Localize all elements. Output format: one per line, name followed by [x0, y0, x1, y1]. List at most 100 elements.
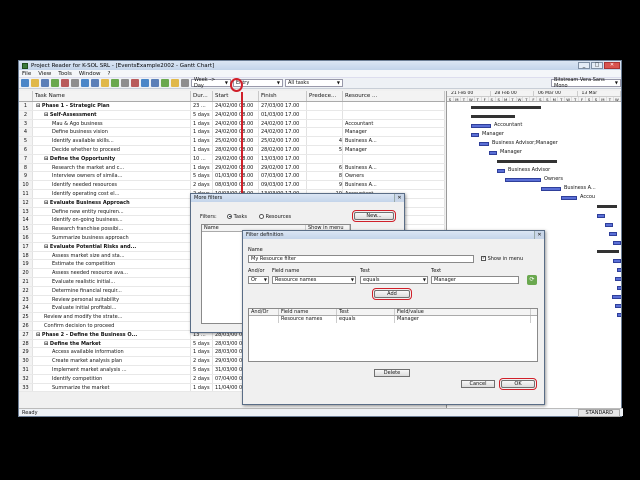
criteria-row[interactable]: Resource names equals Manager: [249, 316, 537, 323]
task-predecessors: 5: [307, 145, 343, 154]
highlight-icon[interactable]: [171, 79, 179, 87]
refresh-icon[interactable]: ⟳: [527, 275, 537, 285]
cancel-button[interactable]: Cancel: [461, 380, 495, 388]
table-row[interactable]: 6 Decide whether to proceed 1 days 28/02/00…: [19, 145, 445, 155]
gantt-task-bar[interactable]: [605, 223, 613, 227]
menu-window[interactable]: Window: [79, 71, 101, 77]
preview-icon[interactable]: [51, 79, 59, 87]
columns-icon[interactable]: [131, 79, 139, 87]
table-row[interactable]: 8 Research the market and c... 1 days 29/02…: [19, 163, 445, 173]
row-id: 30: [19, 357, 33, 365]
text-value-input[interactable]: Manager: [431, 276, 519, 284]
show-in-menu-checkbox[interactable]: ✓ Show in menu: [481, 256, 523, 262]
gantt-task-bar[interactable]: [497, 169, 505, 173]
gantt-task-bar[interactable]: [561, 196, 577, 200]
field-name-select[interactable]: Resource names ▼: [272, 276, 356, 284]
font-select[interactable]: Bitstream Vera Sans Mono ▼: [551, 77, 621, 89]
gantt-task-bar[interactable]: [615, 277, 621, 281]
gantt-task-bar[interactable]: [613, 259, 621, 263]
find-icon[interactable]: [61, 79, 69, 87]
table-row[interactable]: 2 ⊟ Self-Assessment 5 days 24/02/00 08.00 01…: [19, 110, 445, 120]
minimize-button[interactable]: _: [578, 62, 590, 69]
gantt-summary-bar[interactable]: [471, 106, 541, 109]
table-row[interactable]: 9 Interview owners of simila... 5 days 01/0…: [19, 172, 445, 182]
col-start[interactable]: Start: [213, 91, 259, 101]
close-button[interactable]: ✕: [604, 62, 620, 69]
menu-tools[interactable]: Tools: [58, 71, 72, 77]
new-filter-button[interactable]: New...: [352, 210, 396, 222]
outdent-icon[interactable]: [81, 79, 89, 87]
col-duration[interactable]: Dur...: [191, 91, 213, 101]
gantt-task-bar[interactable]: [617, 286, 621, 290]
add-criteria-button[interactable]: Add: [372, 288, 412, 300]
gantt-task-bar[interactable]: [541, 187, 561, 191]
task-name: ⊟ Define the Opportunity: [33, 154, 191, 163]
indent-icon[interactable]: [91, 79, 99, 87]
menu-help[interactable]: ?: [108, 71, 111, 77]
col-finish[interactable]: Finish: [259, 91, 307, 101]
col-predecessors[interactable]: Predece...: [307, 91, 343, 101]
table-row[interactable]: 5 Identify available skills... 1 days 25/02…: [19, 137, 445, 146]
copy-icon[interactable]: [71, 79, 79, 87]
criteria-table[interactable]: And/Or Field name Test Field/value Resou…: [248, 308, 538, 362]
filter-select[interactable]: All tasks ▼: [285, 79, 343, 87]
table-row[interactable]: 4 Define business vision 1 days 24/02/00 08…: [19, 128, 445, 138]
gantt-summary-bar[interactable]: [597, 205, 617, 208]
task-duration: 1 days: [191, 128, 213, 137]
gantt-task-bar[interactable]: [489, 151, 497, 155]
andor-select[interactable]: Or ▼: [248, 276, 269, 284]
task-resources: Accountant: [343, 119, 445, 128]
table-row[interactable]: 1 ⊟ Phase 1 - Strategic Plan 23 ... 24/02/0…: [19, 102, 445, 111]
table-row[interactable]: 3 Mau & Ago business 1 days 24/02/00 08.00 2…: [19, 119, 445, 129]
gantt-summary-bar[interactable]: [497, 160, 557, 163]
gantt-task-bar[interactable]: [612, 295, 621, 299]
gantt-task-bar[interactable]: [597, 214, 605, 218]
gantt-task-bar[interactable]: [505, 178, 541, 182]
task-name: Assess needed resource ava...: [33, 269, 191, 277]
gantt-task-bar[interactable]: [615, 304, 621, 308]
gantt-summary-bar[interactable]: [597, 250, 619, 253]
gantt-resource-label: Accountant: [494, 122, 523, 128]
gantt-summary-bar[interactable]: [471, 115, 515, 118]
task-duration: 23 ...: [191, 102, 213, 110]
gantt-task-bar[interactable]: [479, 142, 489, 146]
close-icon[interactable]: ✕: [394, 194, 404, 202]
gantt-task-bar[interactable]: [471, 124, 491, 128]
task-finish: 09/03/00 17.00: [259, 181, 307, 189]
status-mode: STANDARD: [578, 408, 620, 417]
zoom-out-icon[interactable]: [111, 79, 119, 87]
col-task-name[interactable]: Task Name: [33, 91, 191, 101]
andor-value: Or: [251, 277, 257, 283]
menu-file[interactable]: File: [22, 71, 31, 77]
maximize-button[interactable]: □: [591, 62, 603, 69]
gantt-task-bar[interactable]: [617, 313, 621, 317]
open-icon[interactable]: [21, 79, 29, 87]
goto-task-icon[interactable]: [121, 79, 129, 87]
resources-radio[interactable]: Resources: [259, 213, 291, 220]
zoom-in-icon[interactable]: [101, 79, 109, 87]
tasks-radio[interactable]: Tasks: [227, 213, 247, 220]
task-finish: 13/03/00 17.00: [259, 154, 307, 163]
col-id[interactable]: [19, 91, 33, 101]
sort-icon[interactable]: [141, 79, 149, 87]
filter-icon[interactable]: [161, 79, 169, 87]
gantt-task-bar[interactable]: [609, 232, 617, 236]
gantt-task-bar[interactable]: [613, 241, 621, 245]
timescale-select[interactable]: Week -> Day ▼: [191, 77, 231, 89]
table-row[interactable]: 10 Identify needed resources 2 days 08/03/0…: [19, 181, 445, 190]
col-resources[interactable]: Resource ...: [343, 91, 445, 101]
gantt-task-bar[interactable]: [617, 268, 621, 272]
menu-view[interactable]: View: [38, 71, 51, 77]
close-icon[interactable]: ✕: [534, 231, 544, 239]
table-row[interactable]: 7 ⊟ Define the Opportunity 10 ... 29/02/00 …: [19, 154, 445, 164]
group-icon[interactable]: [151, 79, 159, 87]
ok-button[interactable]: OK: [499, 378, 537, 390]
print-icon[interactable]: [41, 79, 49, 87]
delete-criteria-button[interactable]: Delete: [374, 369, 410, 377]
gantt-task-bar[interactable]: [471, 133, 479, 137]
filter-name-input[interactable]: My Resource filter: [248, 255, 474, 263]
settings-icon[interactable]: [181, 79, 189, 87]
test-select[interactable]: equals ▼: [360, 276, 428, 284]
task-finish: 25/02/00 17.00: [259, 137, 307, 145]
save-icon[interactable]: [31, 79, 39, 87]
